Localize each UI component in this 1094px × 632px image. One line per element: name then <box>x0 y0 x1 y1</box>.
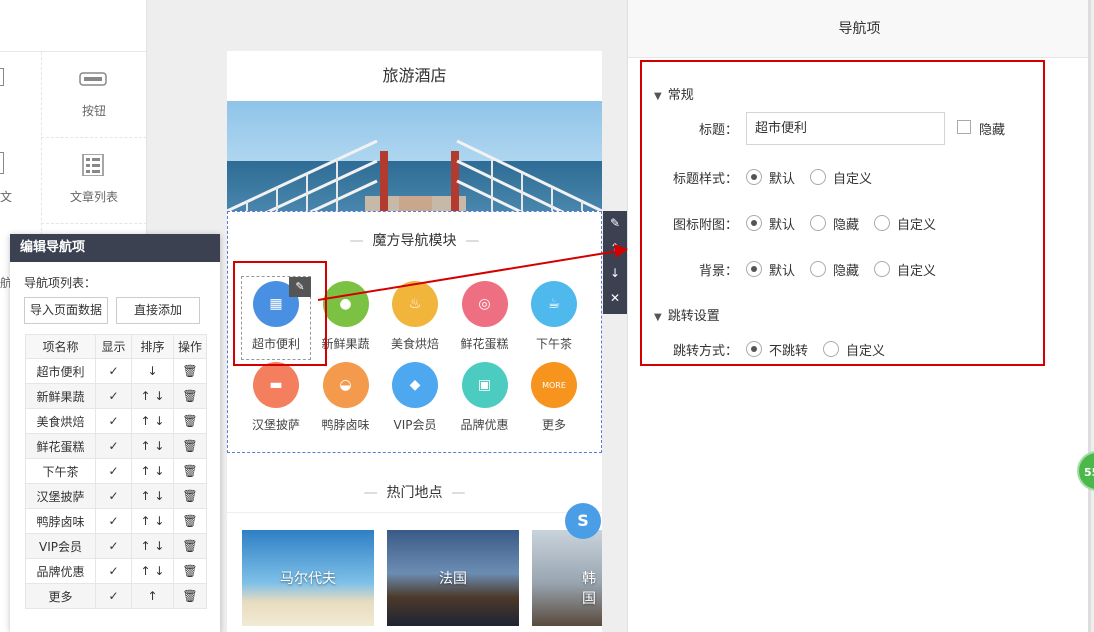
annotation-arrow <box>317 244 628 301</box>
